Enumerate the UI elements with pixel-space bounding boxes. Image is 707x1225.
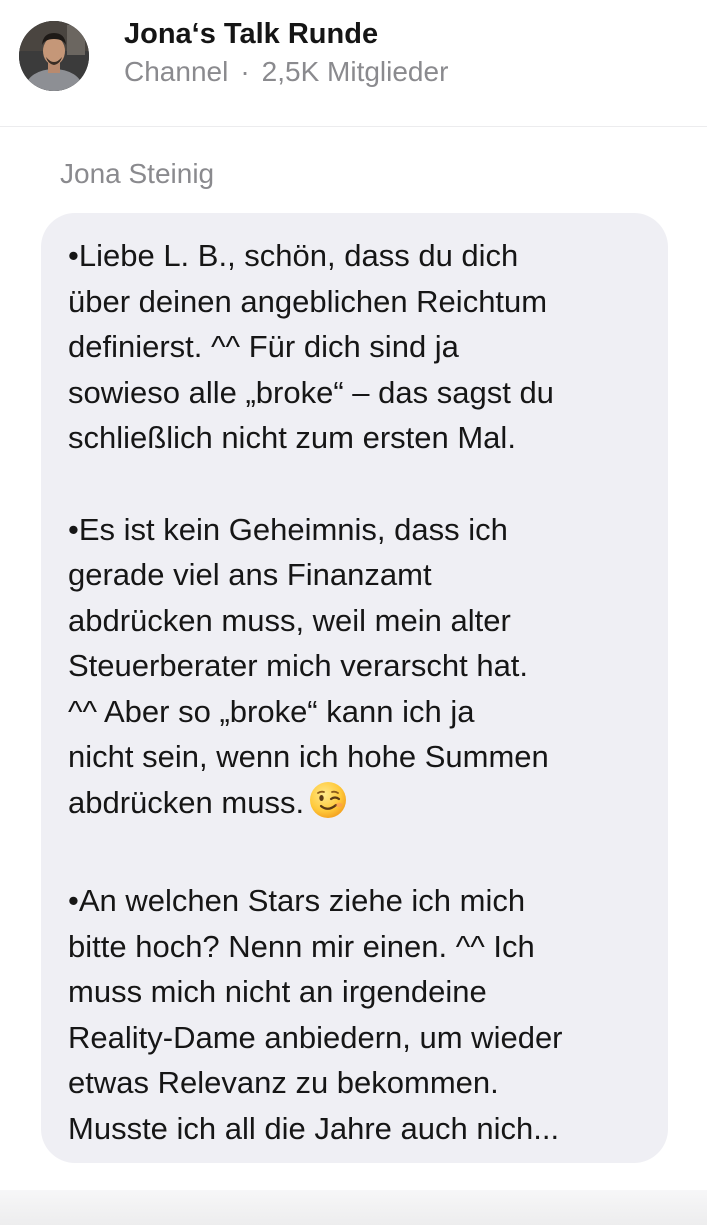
message-paragraph: •Es ist kein Geheimnis, dass ich gerade …: [68, 507, 658, 833]
bottom-toolbar: [0, 1190, 707, 1225]
text-line: ^^ Aber so „broke“ kann ich ja: [68, 693, 475, 729]
text-line: abdrücken muss, weil mein alter: [68, 602, 511, 638]
separator-dot: ·: [240, 56, 250, 87]
channel-title[interactable]: Jona‘s Talk Runde: [124, 18, 378, 51]
text-line: abdrücken muss.: [68, 784, 305, 820]
text-line: muss mich nicht an irgendeine: [68, 974, 487, 1009]
text-line: Steuerberater mich verarscht hat.: [68, 648, 529, 683]
text-line: über deinen angeblichen Reichtum: [68, 283, 548, 319]
text-line: bitte hoch? Nenn mir einen. ^^ Ich: [68, 928, 535, 964]
truncated-text-line[interactable]: Musste ich all die Jahre auch nich...: [68, 1106, 658, 1152]
channel-avatar[interactable]: [19, 21, 89, 91]
message-bubble[interactable]: •Liebe L. B., schön, dass du dich über d…: [41, 213, 668, 1163]
text-line: •An welchen Stars ziehe ich mich: [68, 883, 526, 918]
channel-subtitle: Channel · 2,5K Mitglieder: [124, 56, 448, 88]
winking-face-emoji-icon: [308, 780, 348, 833]
channel-type-label: Channel: [124, 56, 229, 87]
message-paragraph: •An welchen Stars ziehe ich mich bitte h…: [68, 878, 658, 1151]
message-paragraph: •Liebe L. B., schön, dass du dich über d…: [68, 233, 658, 461]
text-line: sowieso alle „broke“ – das sagst du: [68, 374, 554, 410]
text-line-with-emoji: abdrücken muss.: [68, 780, 658, 833]
message-sender-name[interactable]: Jona Steinig: [60, 158, 214, 190]
channel-header[interactable]: Jona‘s Talk Runde Channel · 2,5K Mitgliede…: [0, 0, 707, 127]
text-line: •Es ist kein Geheimnis, dass ich: [68, 511, 508, 547]
text-line: gerade viel ans Finanzamt: [68, 557, 432, 592]
message-text: •Liebe L. B., schön, dass du dich über d…: [68, 233, 658, 1151]
text-line: Reality-Dame anbiedern, um wieder: [68, 1019, 563, 1055]
member-count: 2,5K Mitglieder: [261, 56, 449, 87]
text-line: •Liebe L. B., schön, dass du dich: [68, 238, 519, 273]
text-line: definierst. ^^ Für dich sind ja: [68, 329, 459, 364]
avatar-photo: [19, 21, 89, 91]
text-line: schließlich nicht zum ersten Mal.: [68, 420, 516, 455]
text-line: nicht sein, wenn ich hohe Summen: [68, 739, 549, 774]
text-line: etwas Relevanz zu bekommen.: [68, 1065, 499, 1100]
